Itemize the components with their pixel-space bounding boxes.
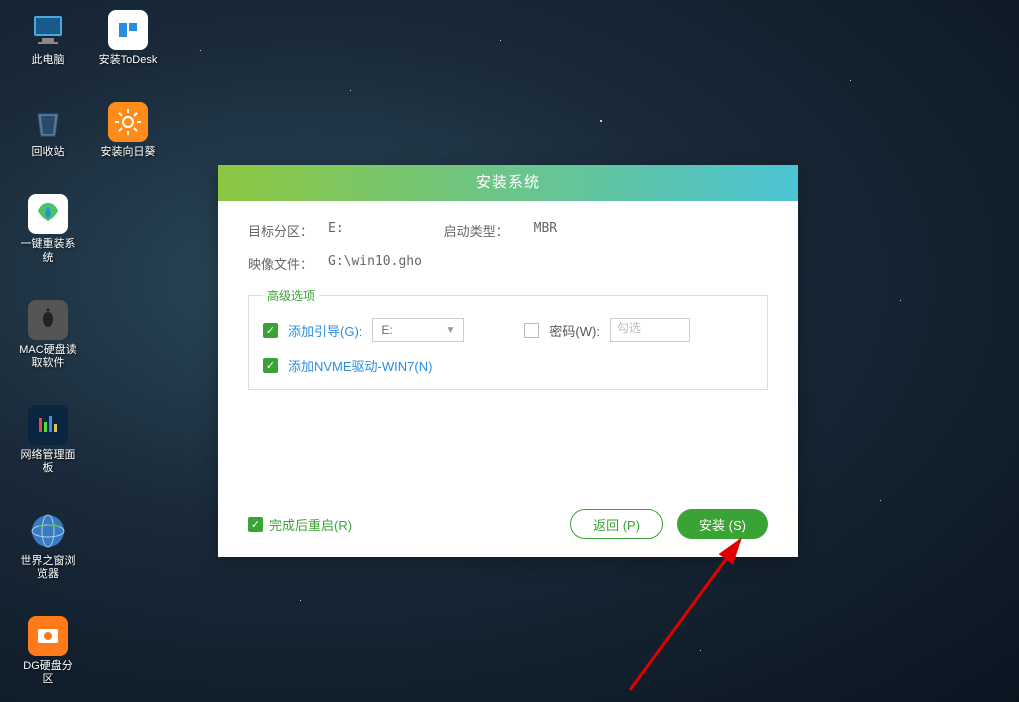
desktop-icon-label: MAC硬盘读取软件 [18,344,78,370]
install-button[interactable]: 安装 (S) [677,509,768,539]
dg-partition-icon [28,616,68,656]
desktop-icon-label: 安装ToDesk [99,54,158,67]
nvme-label: 添加NVME驱动-WIN7(N) [288,356,432,375]
monitor-icon [28,10,68,50]
desktop-icon-mac-disk[interactable]: MAC硬盘读取软件 [18,300,78,370]
desktop-icon-this-pc[interactable]: 此电脑 [18,10,78,67]
nvme-checkbox[interactable]: ✓ [263,358,278,373]
desktop-icon-todesk[interactable]: 安装ToDesk [98,10,158,67]
back-button[interactable]: 返回 (P) [570,509,663,539]
restart-checkbox[interactable]: ✓ [248,517,263,532]
dialog-footer: ✓ 完成后重启(R) 返回 (P) 安装 (S) [218,509,798,539]
boot-type-label: 启动类型： [444,221,534,240]
desktop-icon-label: 世界之窗浏览器 [18,555,78,581]
boot-drive-dropdown[interactable]: E: ▼ [372,318,464,342]
partition-label: 目标分区： [248,221,328,240]
install-system-dialog: 安装系统 目标分区： E: 启动类型： MBR 映像文件： G:\win10.g… [218,165,798,557]
advanced-legend: 高级选项 [263,287,319,304]
boot-drive-value: E: [381,323,392,337]
restart-label: 完成后重启(R) [269,515,352,534]
sunflower-icon [108,102,148,142]
advanced-options-fieldset: 高级选项 ✓ 添加引导(G): E: ▼ 密码(W): 勾选 ✓ 添加NVME驱… [248,287,768,390]
image-file-label: 映像文件： [248,254,328,273]
apple-icon [28,300,68,340]
dialog-body: 目标分区： E: 启动类型： MBR 映像文件： G:\win10.gho 高级… [218,201,798,390]
desktop-icon-label: 回收站 [32,146,65,159]
dialog-title: 安装系统 [218,165,798,201]
desktop-icons-container: 此电脑 安装ToDesk 回收站 安装向日葵 一键重装系统 [18,10,158,686]
desktop-icon-label: 安装向日葵 [101,146,156,159]
desktop-icon-label: 此电脑 [32,54,65,67]
add-boot-label: 添加引导(G): [288,321,362,340]
reinstall-icon [28,194,68,234]
partition-value: E: [328,221,344,240]
add-boot-checkbox[interactable]: ✓ [263,323,278,338]
desktop-icon-reinstall[interactable]: 一键重装系统 [18,194,78,264]
desktop-icon-network-panel[interactable]: 网络管理面板 [18,405,78,475]
desktop-icon-browser[interactable]: 世界之窗浏览器 [18,511,78,581]
image-file-value: G:\win10.gho [328,254,422,273]
caret-down-icon: ▼ [445,325,455,336]
desktop-icon-label: 网络管理面板 [18,449,78,475]
desktop-icon-sunflower[interactable]: 安装向日葵 [98,102,158,159]
boot-type-value: MBR [534,221,557,240]
password-checkbox[interactable] [524,323,539,338]
desktop-icon-dg-partition[interactable]: DG硬盘分区 [18,616,78,686]
desktop-icon-label: 一键重装系统 [18,238,78,264]
password-input[interactable]: 勾选 [610,318,690,342]
password-label: 密码(W): [549,321,600,340]
desktop-icon-label: DG硬盘分区 [18,660,78,686]
recycle-bin-icon [28,102,68,142]
globe-icon [28,511,68,551]
todesk-icon [108,10,148,50]
network-panel-icon [28,405,68,445]
desktop-icon-recycle-bin[interactable]: 回收站 [18,102,78,159]
